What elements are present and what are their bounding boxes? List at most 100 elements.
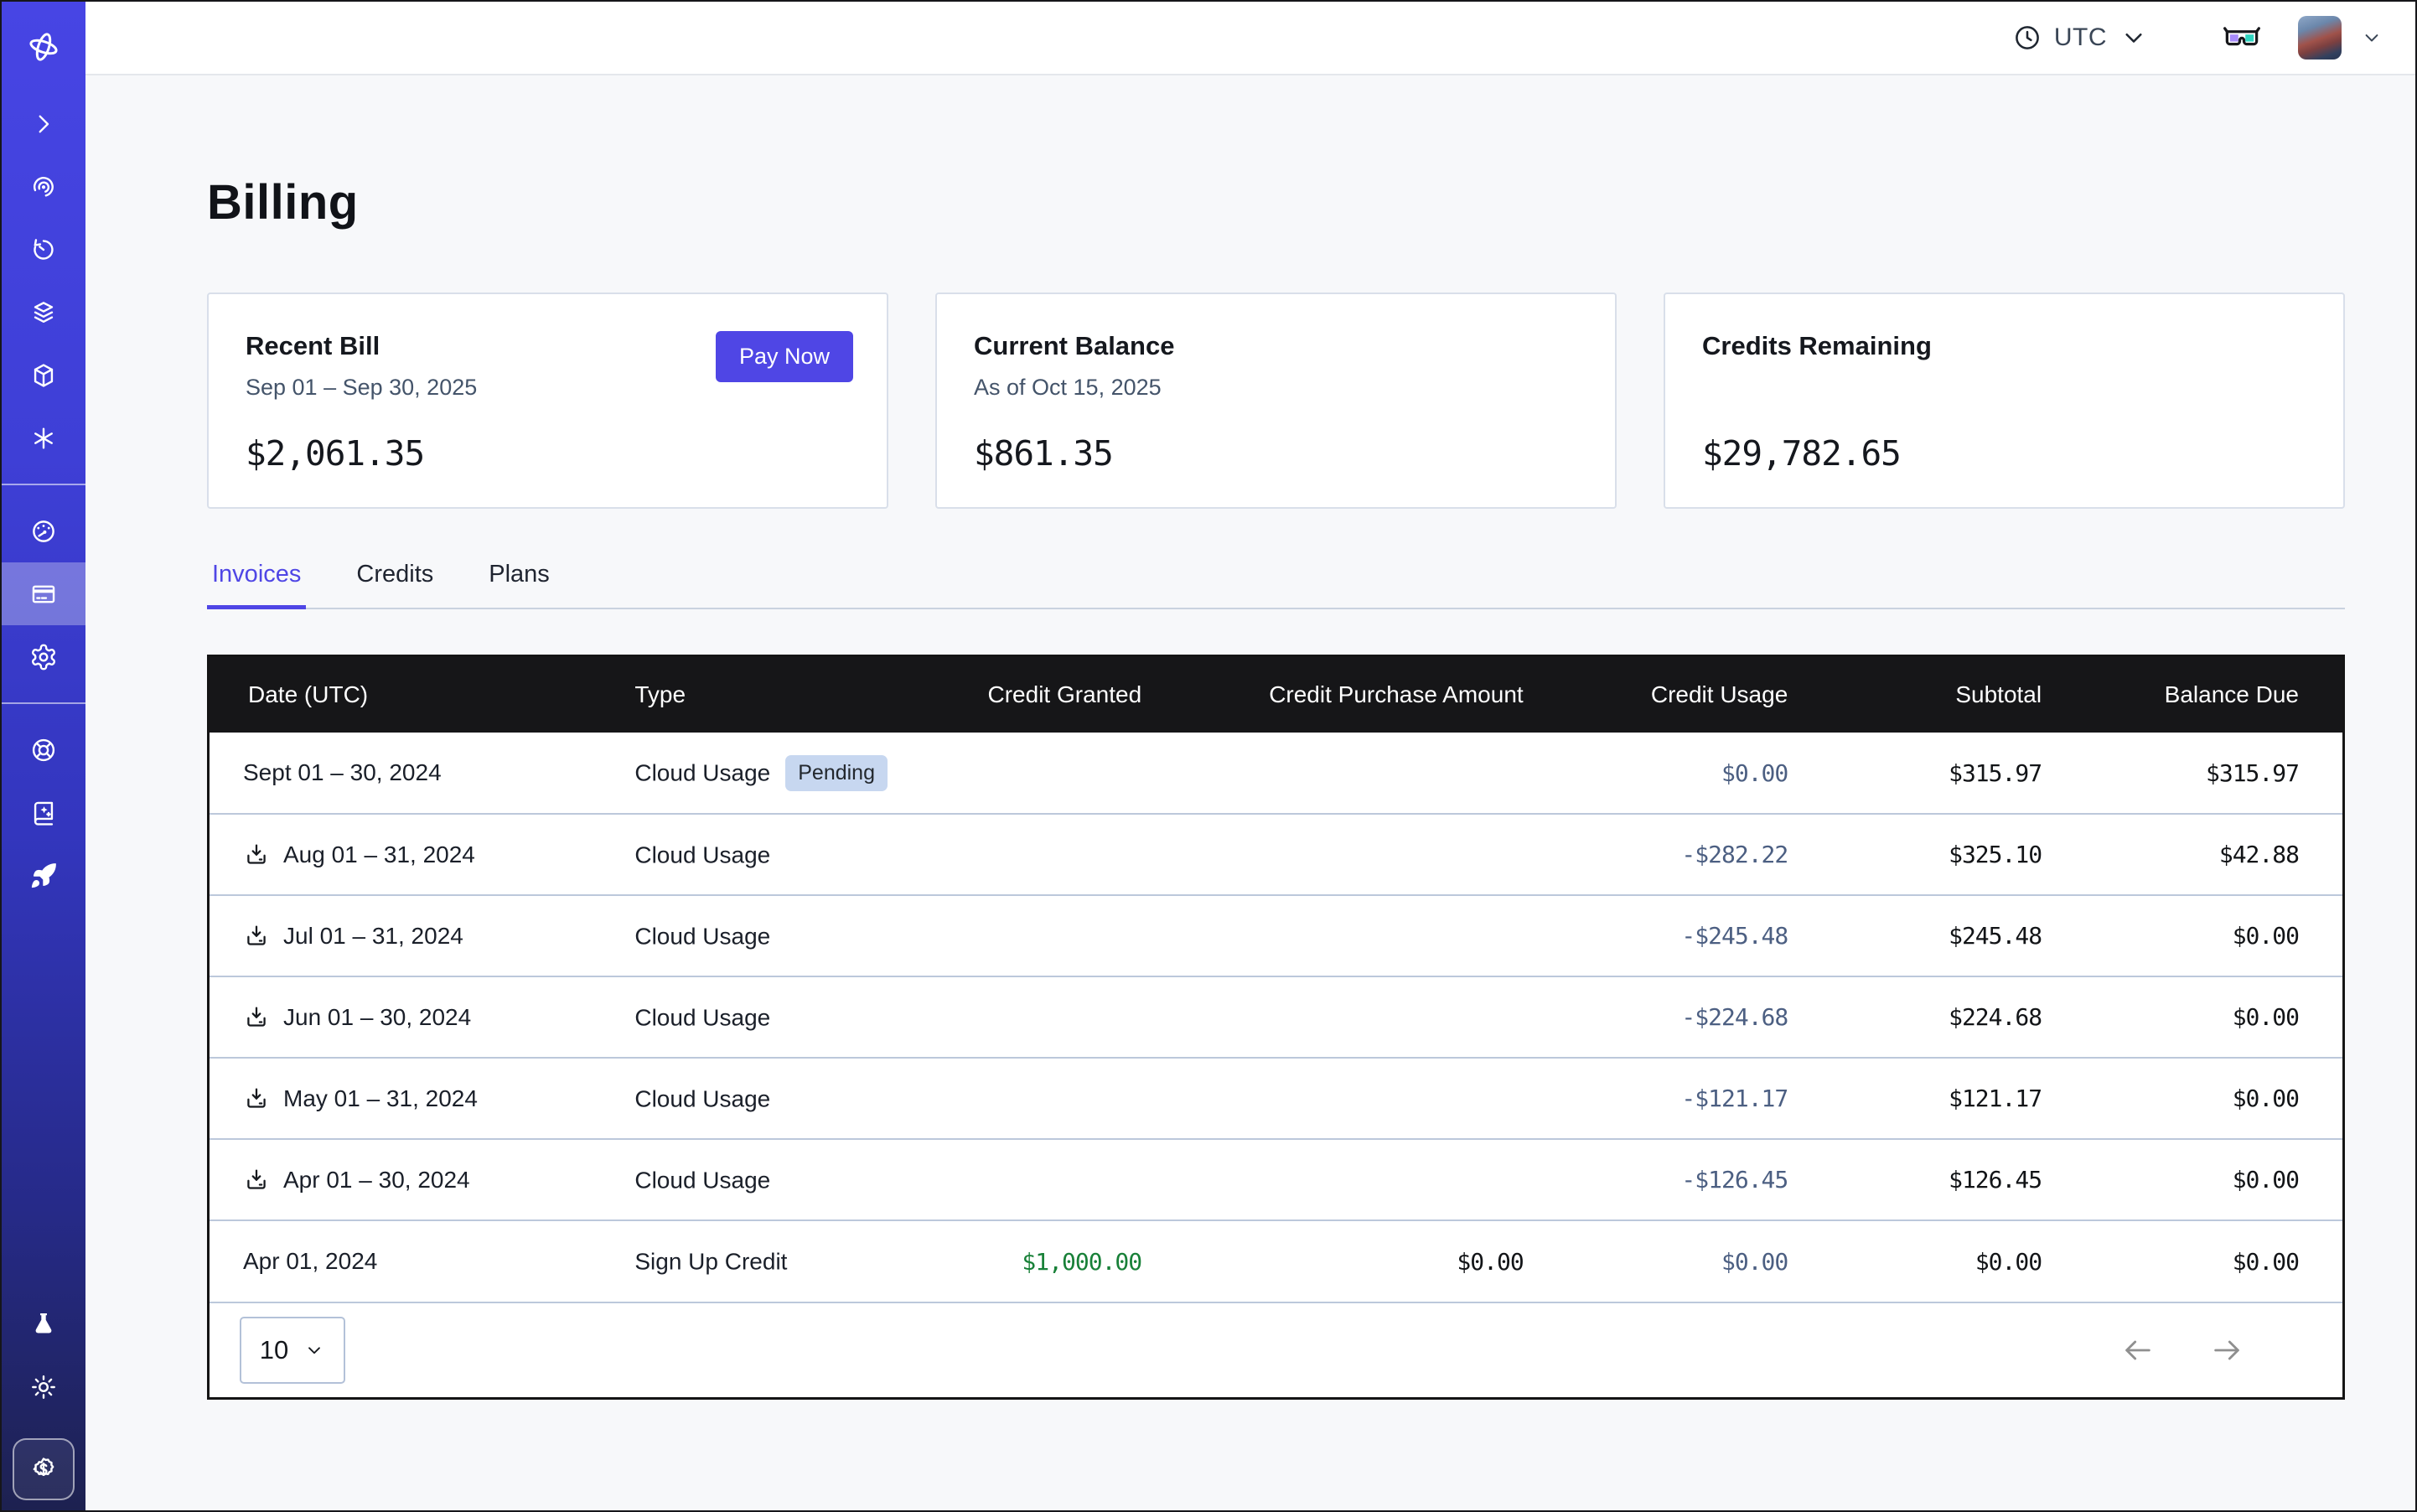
previous-page-button[interactable] — [2121, 1333, 2155, 1367]
topbar: UTC — [85, 2, 2415, 75]
cell-date: May 01 – 31, 2024 — [210, 1058, 629, 1139]
download-invoice-button[interactable] — [243, 841, 270, 868]
history-clock-icon — [29, 236, 58, 264]
tab-credits[interactable]: Credits — [351, 556, 438, 609]
cell-credit-usage: $0.00 — [1524, 733, 1788, 814]
sidebar-item-credit-card[interactable] — [2, 562, 85, 625]
current-balance-card: Current Balance As of Oct 15, 2025 $861.… — [935, 293, 1617, 509]
invoice-type: Sign Up Credit — [634, 1249, 787, 1275]
app-logo[interactable] — [2, 2, 85, 92]
column-header-date-utc-: Date (UTC) — [210, 657, 629, 733]
sidebar-item-chevron-right[interactable] — [2, 92, 85, 155]
cell-subtotal: $121.17 — [1788, 1058, 2042, 1139]
tab-invoices[interactable]: Invoices — [207, 556, 306, 609]
life-buoy-icon — [29, 736, 58, 764]
chevron-right-icon — [29, 110, 58, 138]
sidebar-credits-button[interactable] — [13, 1438, 75, 1500]
table-pagination: 10 — [210, 1302, 2342, 1397]
sidebar-spacer — [2, 907, 85, 1292]
column-header-credit-purchase-amount: Credit Purchase Amount — [1141, 657, 1524, 733]
page-title: Billing — [207, 174, 2345, 230]
book-sparkle-icon — [29, 799, 58, 827]
invoice-date: May 01 – 31, 2024 — [283, 1085, 478, 1112]
cell-credit-usage: -$126.45 — [1524, 1139, 1788, 1220]
cell-credit-granted — [971, 1139, 1142, 1220]
sidebar-item-flask[interactable] — [29, 1292, 58, 1355]
download-invoice-button[interactable] — [243, 923, 270, 950]
chevron-down-icon — [2119, 23, 2149, 53]
sidebar-divider — [2, 702, 85, 704]
timezone-picker[interactable]: UTC — [2012, 23, 2149, 53]
cell-balance-due: $0.00 — [2042, 976, 2342, 1058]
cell-balance-due: $42.88 — [2042, 814, 2342, 895]
gear-icon — [29, 643, 58, 671]
cell-date: Apr 01 – 30, 2024 — [210, 1139, 629, 1220]
cell-date: Sept 01 – 30, 2024 — [210, 733, 629, 814]
arrow-right-icon — [2210, 1333, 2244, 1367]
summary-cards: Recent Bill Sep 01 – Sep 30, 2025 $2,061… — [207, 293, 2345, 509]
download-icon — [243, 1085, 270, 1112]
content: Billing Recent Bill Sep 01 – Sep 30, 202… — [85, 75, 2415, 1510]
download-icon — [243, 923, 270, 950]
sidebar-item-gauge[interactable] — [2, 500, 85, 562]
cell-type: Cloud Usage — [629, 814, 970, 895]
table-row: Jul 01 – 31, 2024Cloud Usage-$245.48$245… — [210, 895, 2342, 976]
cell-credit-usage: -$282.22 — [1524, 814, 1788, 895]
cell-type: Sign Up Credit — [629, 1220, 970, 1302]
page-size-select[interactable]: 10 — [240, 1317, 345, 1384]
cell-credit-purchase-amount — [1141, 976, 1524, 1058]
orbit-logo-icon — [26, 29, 61, 65]
tab-plans[interactable]: Plans — [484, 556, 555, 609]
invoice-date: Aug 01 – 31, 2024 — [283, 841, 475, 868]
cell-credit-granted — [971, 1058, 1142, 1139]
sidebar-item-rocket[interactable] — [2, 844, 85, 907]
sidebar-item-gear[interactable] — [2, 625, 85, 688]
cell-balance-due: $0.00 — [2042, 895, 2342, 976]
column-header-type: Type — [629, 657, 970, 733]
invoice-type: Cloud Usage — [634, 759, 770, 785]
download-invoice-button[interactable] — [243, 1004, 270, 1031]
cell-balance-due: $315.97 — [2042, 733, 2342, 814]
invoice-type: Cloud Usage — [634, 841, 770, 867]
pay-now-button[interactable]: Pay Now — [716, 331, 853, 382]
sidebar-item-life-buoy[interactable] — [2, 718, 85, 781]
cell-subtotal: $0.00 — [1788, 1220, 2042, 1302]
sidebar-item-sun[interactable] — [29, 1355, 58, 1418]
invoice-date: Sept 01 – 30, 2024 — [243, 759, 442, 786]
sidebar-item-spiral[interactable] — [2, 155, 85, 218]
card-subtitle — [1702, 375, 2306, 401]
column-header-subtotal: Subtotal — [1788, 657, 2042, 733]
sun-icon — [29, 1373, 58, 1401]
gauge-icon — [29, 517, 58, 546]
cell-balance-due: $0.00 — [2042, 1220, 2342, 1302]
flask-icon — [29, 1310, 58, 1339]
invoice-date: Jul 01 – 31, 2024 — [283, 923, 463, 950]
download-invoice-button[interactable] — [243, 1085, 270, 1112]
sidebar-item-book-sparkle[interactable] — [2, 781, 85, 844]
layers-icon — [29, 298, 58, 327]
cell-balance-due: $0.00 — [2042, 1139, 2342, 1220]
cell-credit-usage: -$224.68 — [1524, 976, 1788, 1058]
timezone-label: UTC — [2054, 23, 2107, 52]
card-title: Current Balance — [974, 331, 1578, 361]
sidebar-item-asterisk[interactable] — [2, 406, 85, 469]
cell-subtotal: $126.45 — [1788, 1139, 2042, 1220]
arrow-left-icon — [2121, 1333, 2155, 1367]
sidebar-item-history-clock[interactable] — [2, 218, 85, 281]
user-menu-button[interactable] — [2360, 26, 2383, 49]
view-mode-button[interactable] — [2223, 18, 2261, 57]
card-subtitle: As of Oct 15, 2025 — [974, 375, 1578, 401]
cell-credit-purchase-amount — [1141, 895, 1524, 976]
credits-remaining-card: Credits Remaining $29,782.65 — [1664, 293, 2345, 509]
avatar[interactable] — [2298, 16, 2342, 60]
column-header-credit-usage: Credit Usage — [1524, 657, 1788, 733]
column-header-credit-granted: Credit Granted — [971, 657, 1142, 733]
cell-credit-granted — [971, 895, 1142, 976]
download-invoice-button[interactable] — [243, 1167, 270, 1194]
cell-credit-purchase-amount — [1141, 1058, 1524, 1139]
next-page-button[interactable] — [2210, 1333, 2244, 1367]
sidebar-item-layers[interactable] — [2, 281, 85, 344]
card-amount: $29,782.65 — [1702, 433, 2306, 474]
sidebar-item-cube[interactable] — [2, 344, 85, 406]
table-row: Apr 01 – 30, 2024Cloud Usage-$126.45$126… — [210, 1139, 2342, 1220]
